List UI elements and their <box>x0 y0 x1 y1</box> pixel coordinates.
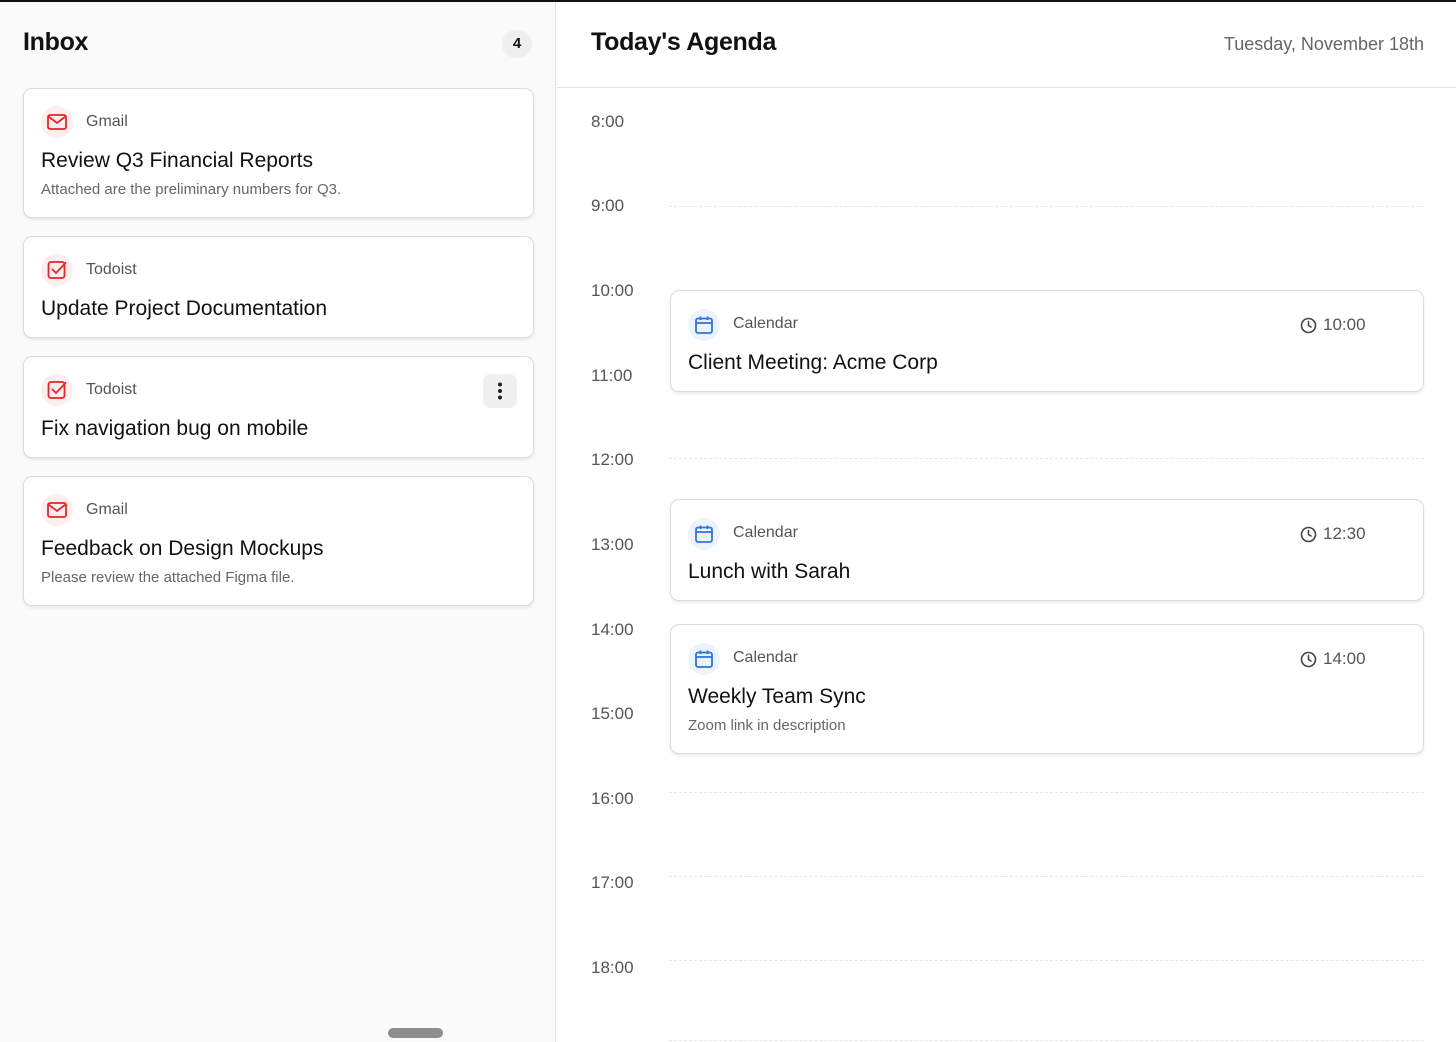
card-subtitle: Please review the attached Figma file. <box>41 569 295 586</box>
event-time-label: 12:30 <box>1323 524 1366 543</box>
hour-label: 18:00 <box>591 958 634 977</box>
agenda-header: Today's Agenda Tuesday, November 18th <box>557 2 1456 88</box>
checkbox-icon <box>41 254 73 286</box>
event-time-label: 14:00 <box>1323 649 1366 668</box>
hour-label: 17:00 <box>591 873 634 892</box>
clock-icon <box>1300 651 1317 667</box>
clock-icon <box>1300 317 1317 333</box>
card-title: Review Q3 Financial Reports <box>41 149 313 172</box>
inbox-panel: Inbox 4 Gmail Review Q3 Financial Report… <box>0 2 556 1042</box>
calendar-icon <box>688 518 720 550</box>
agenda-date: Tuesday, November 18th <box>1223 34 1424 54</box>
more-options-button[interactable] <box>483 374 517 408</box>
event-title: Weekly Team Sync <box>688 685 866 708</box>
event-time: 10:00 <box>1300 315 1366 335</box>
event-time: 14:00 <box>1300 649 1366 669</box>
hour-gridline <box>669 206 1424 207</box>
mail-icon <box>41 106 73 138</box>
inbox-title: Inbox <box>23 28 89 56</box>
inbox-card[interactable]: Gmail Feedback on Design Mockups Please … <box>23 476 534 606</box>
hour-gridline <box>669 458 1424 459</box>
resize-handle[interactable] <box>388 1028 443 1038</box>
hour-gridline <box>669 792 1424 793</box>
agenda-panel: Today's Agenda Tuesday, November 18th 8:… <box>557 2 1456 1042</box>
hour-gridline <box>669 876 1424 877</box>
inbox-card[interactable]: Gmail Review Q3 Financial Reports Attach… <box>23 88 534 218</box>
hour-label: 11:00 <box>591 366 633 385</box>
calendar-icon <box>688 643 720 675</box>
card-source: Gmail <box>86 113 128 130</box>
event-source: Calendar <box>733 524 798 541</box>
card-subtitle: Attached are the preliminary numbers for… <box>41 181 342 198</box>
card-source: Todoist <box>86 381 137 398</box>
inbox-count-badge: 4 <box>502 30 532 58</box>
agenda-event-card[interactable]: Calendar 10:00 Client Meeting: Acme Corp <box>670 290 1424 392</box>
clock-icon <box>1300 526 1317 542</box>
more-vertical-icon <box>498 382 502 400</box>
agenda-event-card[interactable]: Calendar 12:30 Lunch with Sarah <box>670 499 1424 601</box>
mail-icon <box>41 494 73 526</box>
agenda-title: Today's Agenda <box>591 28 777 56</box>
event-subtitle: Zoom link in description <box>688 717 846 734</box>
hour-gridline <box>669 960 1424 961</box>
checkbox-icon <box>41 374 73 406</box>
event-title: Lunch with Sarah <box>688 560 851 583</box>
event-source: Calendar <box>733 649 798 666</box>
event-title: Client Meeting: Acme Corp <box>688 351 938 374</box>
hour-label: 15:00 <box>591 704 634 723</box>
card-source: Todoist <box>86 261 137 278</box>
event-source: Calendar <box>733 315 798 332</box>
hour-label: 12:00 <box>591 450 634 469</box>
event-time: 12:30 <box>1300 524 1366 544</box>
hour-label: 9:00 <box>591 196 625 215</box>
inbox-card[interactable]: Todoist Fix navigation bug on mobile <box>23 356 534 458</box>
hour-gridline <box>669 1040 1424 1041</box>
card-title: Feedback on Design Mockups <box>41 537 324 560</box>
agenda-event-card[interactable]: Calendar 14:00 Weekly Team Sync Zoom lin… <box>670 624 1424 754</box>
card-title: Update Project Documentation <box>41 297 327 320</box>
hour-label: 13:00 <box>591 535 634 554</box>
inbox-card[interactable]: Todoist Update Project Documentation <box>23 236 534 338</box>
hour-label: 14:00 <box>591 620 634 639</box>
calendar-icon <box>688 309 720 341</box>
card-source: Gmail <box>86 501 128 518</box>
card-title: Fix navigation bug on mobile <box>41 417 309 440</box>
hour-label: 16:00 <box>591 789 634 808</box>
event-time-label: 10:00 <box>1323 315 1366 334</box>
hour-label: 10:00 <box>591 281 634 300</box>
hour-label: 8:00 <box>591 112 625 131</box>
